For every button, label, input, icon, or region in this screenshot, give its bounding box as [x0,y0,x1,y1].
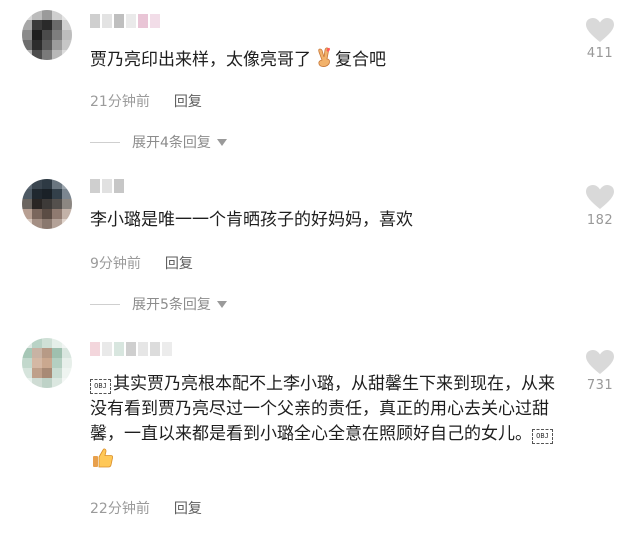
avatar[interactable] [22,10,72,60]
comment-text: 贾乃亮印出来样，太像亮哥了 复合吧 [90,46,386,76]
like-button[interactable]: 182 [580,185,620,228]
reply-button[interactable]: 回复 [165,253,193,273]
username-mosaic[interactable] [90,14,160,28]
like-count: 182 [586,213,614,228]
comment-meta: 9分钟前 回复 [90,253,193,273]
divider [90,303,120,305]
username-mosaic[interactable] [90,342,172,356]
reply-button[interactable]: 回复 [174,498,202,518]
comment-item: 贾乃亮印出来样，太像亮哥了 复合吧 21分钟前 回复 展开4条回复 411 [0,0,640,165]
avatar[interactable] [22,338,72,388]
divider [90,141,120,143]
heart-icon [586,18,614,42]
comment-meta: 21分钟前 回复 [90,91,202,111]
expand-replies-label: 展开4条回复 [132,135,211,151]
avatar[interactable] [22,179,72,229]
expand-replies-button[interactable]: 展开5条回复 [90,294,227,314]
timestamp: 22分钟前 [90,501,150,517]
expand-replies-button[interactable]: 展开4条回复 [90,132,227,152]
caret-down-icon [216,138,227,146]
timestamp: 9分钟前 [90,256,141,272]
reply-button[interactable]: 回复 [174,91,202,111]
like-button[interactable]: 411 [580,18,620,61]
thumbs-up-icon [92,447,114,477]
comment-item: 李小璐是唯一一个肯晒孩子的好妈妈，喜欢 9分钟前 回复 展开5条回复 182 [0,165,640,330]
expand-replies-label: 展开5条回复 [132,297,211,313]
caret-down-icon [216,300,227,308]
comment-text: OBJ 其实贾乃亮根本配不上李小璐，从甜馨生下来到现在，从来没有看到贾乃亮尽过一个… [90,372,558,477]
finger-heart-icon [313,46,333,76]
username-mosaic[interactable] [90,179,124,193]
obj-placeholder-icon: OBJ [90,379,111,394]
comment-meta: 22分钟前 回复 [90,498,202,518]
heart-icon [586,185,614,209]
like-count: 411 [586,46,614,61]
like-button[interactable]: 731 [580,350,620,393]
timestamp: 21分钟前 [90,94,150,110]
like-count: 731 [586,378,614,393]
heart-icon [586,350,614,374]
comment-text: 李小璐是唯一一个肯晒孩子的好妈妈，喜欢 [90,210,413,230]
obj-placeholder-icon: OBJ [532,429,553,444]
comment-item: OBJ 其实贾乃亮根本配不上李小璐，从甜馨生下来到现在，从来没有看到贾乃亮尽过一个… [0,330,640,540]
